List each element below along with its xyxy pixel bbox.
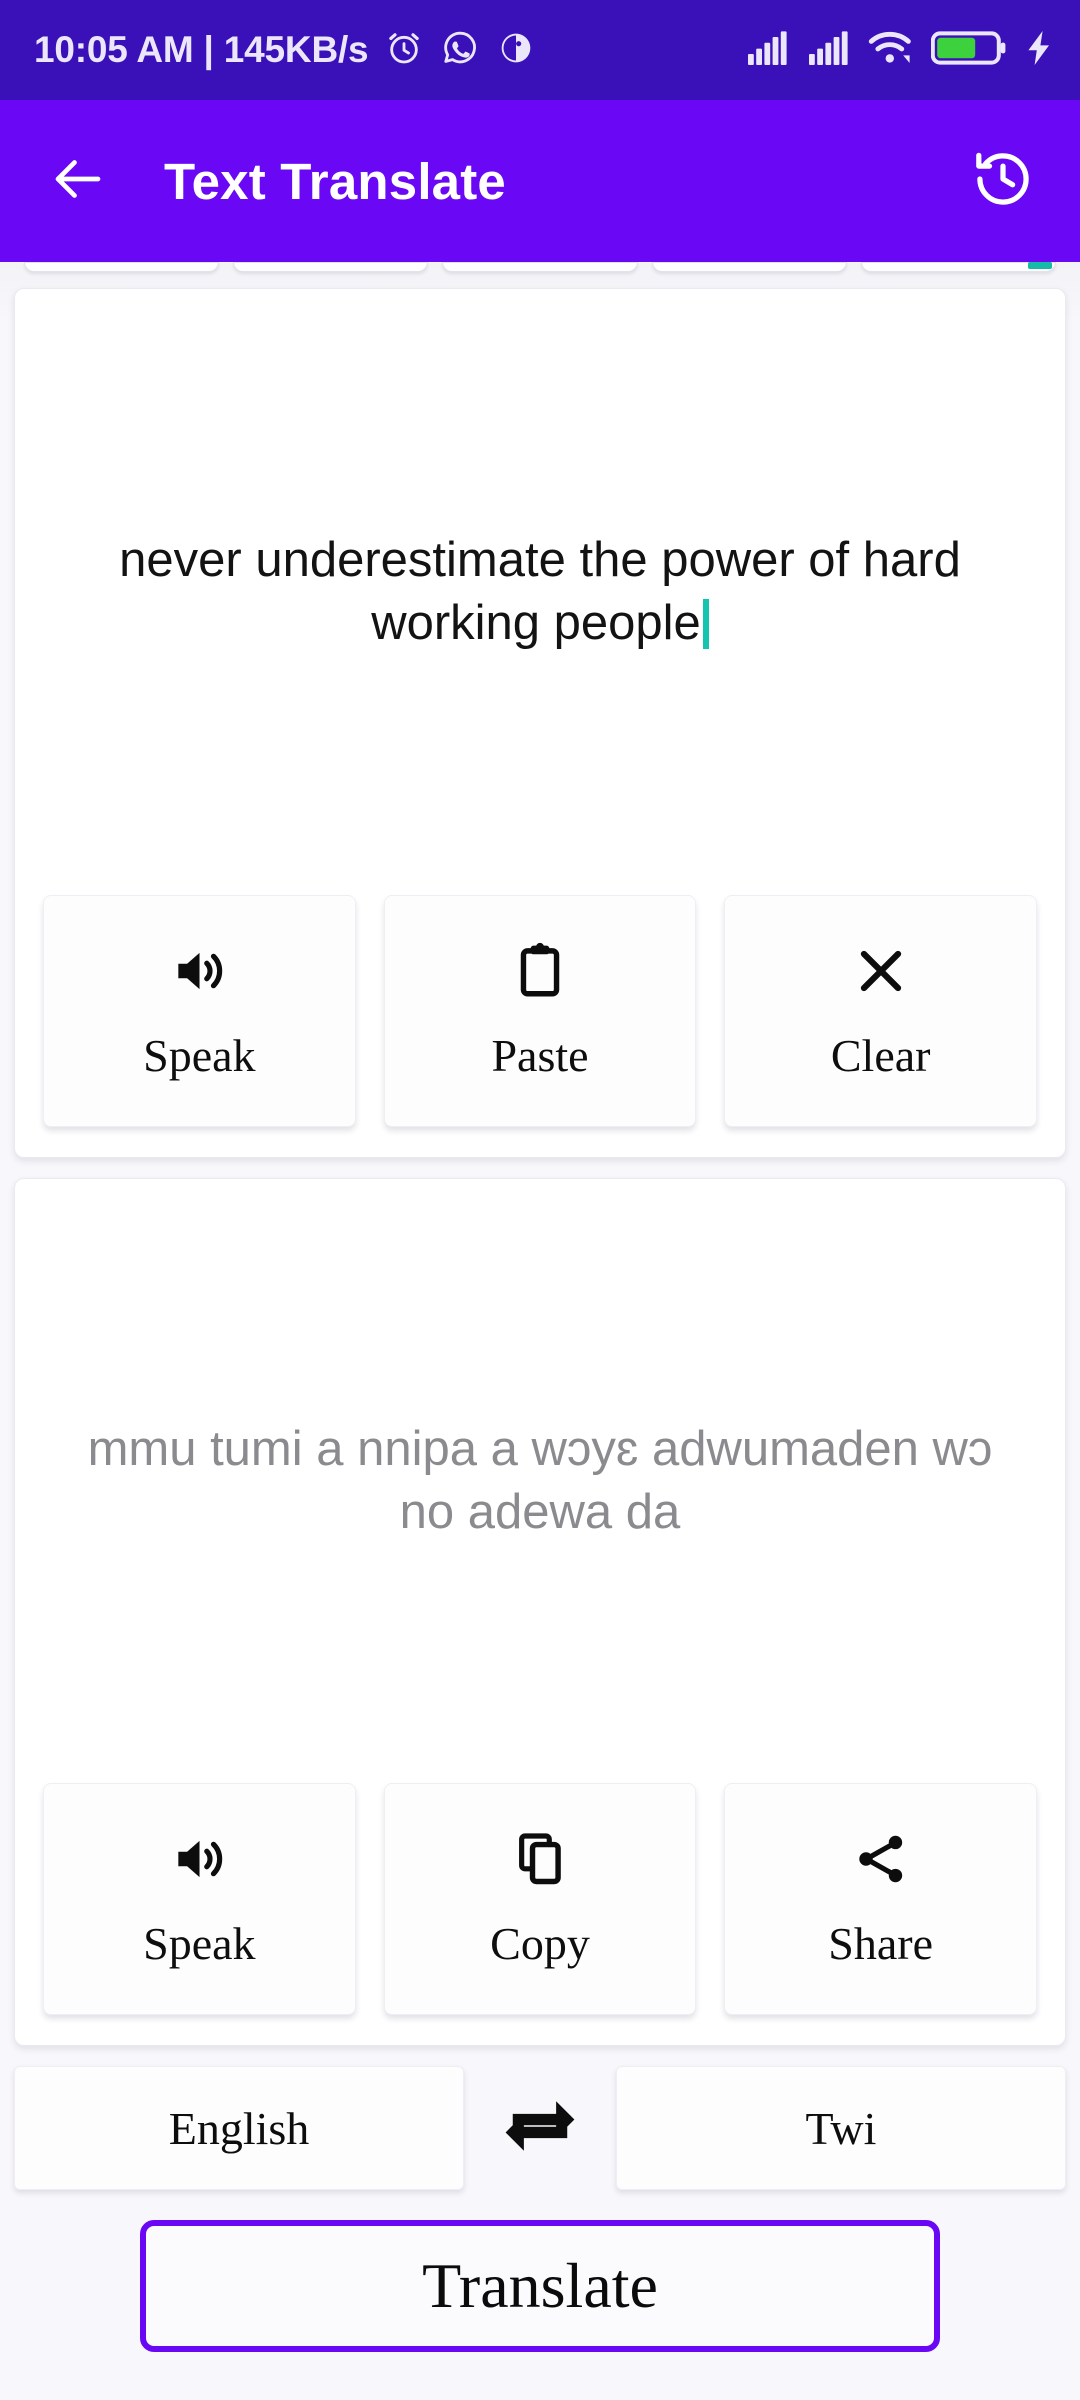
chip-peek[interactable] (651, 262, 847, 272)
app-notification-icon (496, 28, 536, 73)
battery-icon: 63 (930, 29, 1007, 72)
speak-source-button[interactable]: Speak (43, 895, 356, 1127)
translated-text-line-2: no adewa da (399, 1485, 681, 1539)
target-language-selector[interactable]: Twi (616, 2066, 1066, 2190)
speak-source-label: Speak (143, 1030, 256, 1081)
status-bar-right: 63 (746, 29, 1054, 72)
copy-duplicate-icon (509, 1828, 571, 1895)
charging-bolt-icon (1024, 29, 1054, 72)
target-language-label: Twi (805, 2102, 877, 2154)
source-text-input[interactable]: never underestimate the power of hard wo… (61, 529, 1019, 654)
chip-peek[interactable] (442, 262, 638, 272)
whatsapp-icon (440, 28, 480, 73)
wifi-icon (868, 29, 914, 72)
source-language-label: English (168, 2102, 310, 2154)
share-nodes-icon (850, 1828, 912, 1895)
target-action-row: Speak Copy Share (15, 1783, 1065, 2045)
translated-text: mmu tumi a nnipa a wɔyɛ adwumaden wɔ no … (88, 1418, 993, 1543)
translate-button-label: Translate (422, 2250, 658, 2321)
copy-button[interactable]: Copy (383, 1783, 697, 2015)
chip-peek[interactable] (24, 262, 220, 272)
source-action-row: Speak Paste Clear (15, 895, 1065, 1157)
app-bar: Text Translate (0, 100, 1080, 262)
target-text-card[interactable]: mmu tumi a nnipa a wɔyɛ adwumaden wɔ no … (14, 1178, 1066, 2046)
chip-peek[interactable] (860, 262, 1057, 272)
swap-languages-button[interactable] (464, 2066, 616, 2190)
speak-target-label: Speak (143, 1918, 256, 1969)
back-arrow-icon[interactable] (48, 149, 108, 214)
translated-text-line-1: mmu tumi a nnipa a wɔyɛ adwumaden wɔ (87, 1422, 993, 1477)
signal-bars-sim2-icon (807, 29, 851, 72)
status-bar-left: 10:05 AM | 145KB/s (34, 28, 536, 73)
speak-target-button[interactable]: Speak (43, 1783, 356, 2015)
page-title: Text Translate (164, 152, 506, 210)
chip-peek[interactable] (233, 262, 429, 272)
share-button[interactable]: Share (724, 1783, 1038, 2015)
clear-label: Clear (830, 1030, 931, 1081)
status-bar: 10:05 AM | 145KB/s 63 (0, 0, 1080, 100)
content-scroll-area[interactable]: never underestimate the power of hard wo… (0, 262, 1080, 2400)
translate-button[interactable]: Translate (140, 2220, 940, 2352)
teal-caret-indicator (1028, 262, 1052, 269)
target-text-area[interactable]: mmu tumi a nnipa a wɔyɛ adwumaden wɔ no … (15, 1179, 1065, 1783)
paste-label: Paste (491, 1030, 589, 1081)
swap-horizontal-arrows-icon (497, 2083, 583, 2174)
close-x-icon (850, 940, 912, 1007)
source-text-value: never underestimate the power of hard wo… (119, 533, 961, 650)
speaker-volume-icon (168, 1828, 230, 1895)
scrolled-chips-row[interactable] (14, 262, 1066, 278)
app-screen: 10:05 AM | 145KB/s 63 Text Translate nev… (0, 0, 1080, 2400)
clear-button[interactable]: Clear (724, 895, 1038, 1127)
svg-text:63: 63 (949, 39, 971, 61)
source-text-area[interactable]: never underestimate the power of hard wo… (15, 289, 1065, 895)
translate-button-area: Translate (14, 2190, 1066, 2400)
copy-label: Copy (490, 1918, 590, 1969)
clipboard-icon (509, 940, 571, 1007)
paste-button[interactable]: Paste (383, 895, 697, 1127)
status-time-network: 10:05 AM | 145KB/s (34, 29, 369, 70)
text-caret (702, 599, 709, 649)
history-clock-icon[interactable] (970, 146, 1036, 217)
source-text-card[interactable]: never underestimate the power of hard wo… (14, 288, 1066, 1158)
speaker-volume-icon (168, 940, 230, 1007)
alarm-clock-icon (384, 28, 424, 73)
signal-bars-sim1-icon (746, 29, 790, 72)
source-language-selector[interactable]: English (14, 2066, 464, 2190)
language-selector-row: English Twi (14, 2066, 1066, 2190)
share-label: Share (828, 1918, 934, 1969)
